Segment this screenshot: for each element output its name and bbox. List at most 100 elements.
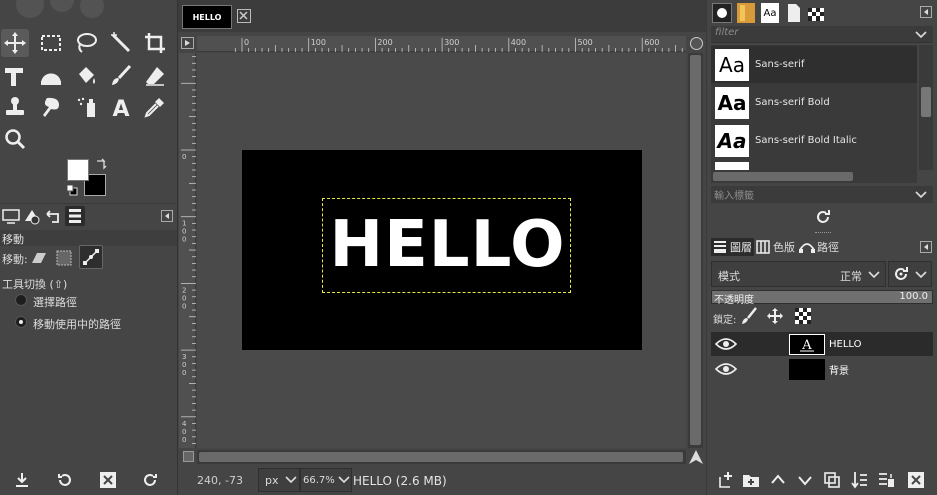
restore-icon (58, 474, 71, 486)
delete-tool-preset-button[interactable] (98, 470, 118, 490)
crop-tool-button[interactable] (141, 29, 169, 57)
fuzzy-select-tool-button[interactable] (107, 29, 135, 57)
restore-tool-preset-button[interactable] (55, 470, 75, 490)
unified-transform-tool-button[interactable] (1, 62, 29, 90)
dock-menu-button[interactable] (161, 210, 173, 222)
ruler-label: 0 (182, 294, 186, 302)
move-path-mode-button[interactable] (79, 245, 103, 269)
top-dock-menu-button[interactable] (920, 6, 932, 18)
horizontal-scrollbar-thumb[interactable] (199, 452, 683, 462)
clone-tool-button[interactable] (1, 93, 29, 121)
move-active-path-radio[interactable] (15, 316, 27, 328)
layer-name[interactable]: 背景 (829, 362, 849, 377)
swap-colors-icon[interactable] (95, 158, 107, 170)
eraser-tool-button[interactable] (141, 62, 169, 90)
tool-options-title: 移動 (2, 233, 24, 246)
layer-mode-selector[interactable]: 模式 正常 (711, 261, 886, 287)
canvas-viewport[interactable]: HELLO (197, 53, 686, 448)
color-picker-tool-button[interactable] (141, 93, 169, 121)
text-tool-button[interactable]: A (107, 93, 135, 121)
document-history-tab[interactable] (786, 3, 802, 23)
delete-layer-button[interactable] (906, 470, 926, 490)
lock-alpha-button[interactable] (794, 307, 812, 325)
font-tag-input[interactable]: 輸入標籤 (711, 186, 933, 203)
visibility-eye-icon[interactable] (715, 361, 737, 377)
vertical-scrollbar-thumb[interactable] (690, 55, 701, 445)
lock-position-button[interactable] (766, 307, 784, 325)
ruler-label: 400 (511, 38, 526, 47)
font-item-sans-serif-bold-italic[interactable]: Aa Sans-serif Bold Italic (711, 122, 917, 159)
undo-history-tab[interactable] (43, 206, 63, 226)
move-tool-button[interactable] (1, 29, 29, 57)
merge-down-button[interactable] (849, 470, 869, 490)
layer-mode-label: 模式 (718, 270, 740, 283)
ruler-label: 1 (182, 220, 186, 228)
left-panel-divider[interactable] (177, 0, 178, 495)
font-list-hscroll-thumb[interactable] (713, 172, 853, 181)
layers-tab[interactable]: 圖層 (711, 238, 754, 256)
layer-mode-value: 正常 (840, 270, 862, 283)
new-layer-group-button[interactable] (741, 470, 761, 490)
rect-select-icon (41, 35, 61, 51)
quick-mask-corner-button[interactable] (181, 37, 194, 49)
tool-options-tab[interactable] (1, 206, 21, 226)
layers-dock-menu-button[interactable] (920, 241, 932, 253)
paintbrush-tool-button[interactable] (107, 62, 135, 90)
opacity-slider[interactable]: 不透明度 100.0 (711, 290, 933, 306)
smudge-tool-button[interactable] (37, 93, 65, 121)
move-layer-mode-button[interactable] (29, 248, 49, 268)
reset-tool-options-button[interactable] (140, 470, 160, 490)
layer-name[interactable]: HELLO (829, 339, 862, 350)
vertical-scrollbar[interactable] (688, 53, 703, 448)
airbrush-tool-button[interactable] (72, 93, 100, 121)
close-image-tab-button[interactable] (237, 9, 251, 23)
rect-select-tool-button[interactable] (37, 29, 65, 57)
visibility-eye-icon[interactable] (715, 336, 737, 352)
lower-layer-button[interactable] (795, 470, 815, 490)
fonts-tab-icon: Aa (763, 7, 777, 19)
layer-row-background[interactable]: 背景 (711, 357, 933, 381)
patterns-tab[interactable] (737, 3, 755, 23)
zoom-tool-button[interactable] (1, 125, 29, 153)
font-list-vscroll-thumb[interactable] (921, 87, 931, 117)
navigate-image-button[interactable] (688, 449, 704, 465)
unit-selector[interactable]: px (258, 468, 300, 492)
layer-row-hello[interactable]: A HELLO (711, 332, 933, 356)
quick-mask-toggle[interactable] (183, 451, 194, 462)
select-path-radio[interactable] (15, 294, 27, 306)
font-item-sans-serif[interactable]: Aa Sans-serif (711, 46, 917, 83)
warp-tool-button[interactable] (37, 62, 65, 90)
composite-mode-button[interactable] (888, 261, 932, 287)
add-layer-mask-button[interactable] (876, 470, 896, 490)
channels-tab[interactable]: 色版 (756, 238, 798, 256)
font-item-sans-serif-bold[interactable]: Aa Sans-serif Bold (711, 84, 917, 121)
lasso-tool-button[interactable] (72, 29, 100, 57)
image-tab[interactable]: HELLO (182, 5, 232, 29)
refresh-fonts-button[interactable] (814, 208, 832, 226)
brushes-tab[interactable] (712, 3, 732, 23)
font-list-hscrollbar[interactable] (711, 170, 917, 183)
images-tab[interactable] (65, 206, 85, 226)
horizontal-ruler[interactable]: 0 100 200 300 400 500 600 (197, 36, 686, 52)
new-layer-button[interactable] (716, 470, 736, 490)
dock-separator-handle[interactable] (815, 232, 831, 235)
foreground-color-swatch[interactable] (67, 159, 89, 181)
font-list-vscrollbar[interactable] (919, 45, 933, 170)
save-tool-preset-button[interactable] (12, 470, 32, 490)
zoom-to-fit-button[interactable] (690, 37, 703, 50)
lock-pixels-button[interactable] (740, 307, 758, 325)
device-status-tab[interactable] (22, 206, 42, 226)
vertical-ruler[interactable]: 0100200300400 (179, 53, 196, 448)
zoom-selector[interactable]: 66.7% (300, 468, 352, 492)
paths-tab[interactable]: 路徑 (799, 238, 844, 256)
font-filter-input[interactable]: filter (711, 26, 933, 43)
horizontal-scrollbar[interactable] (197, 450, 686, 464)
templates-tab[interactable] (807, 3, 825, 23)
bucket-fill-tool-button[interactable] (72, 62, 100, 90)
ruler-label: 2 (182, 286, 186, 294)
fonts-tab[interactable]: Aa (761, 3, 779, 23)
default-colors-icon[interactable] (66, 184, 79, 197)
raise-layer-button[interactable] (768, 470, 788, 490)
move-selection-mode-button[interactable] (54, 248, 74, 268)
duplicate-layer-button[interactable] (822, 470, 842, 490)
